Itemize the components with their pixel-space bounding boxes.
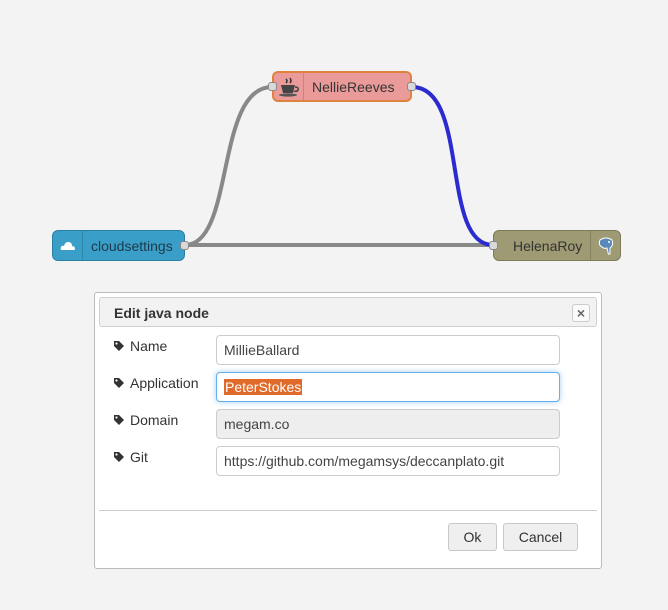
node-nelliereeves[interactable]: NellieReeves [268, 71, 416, 102]
application-input[interactable]: PeterStokes [216, 372, 560, 402]
dialog-titlebar[interactable]: Edit java node × [99, 297, 597, 327]
git-row: Git https://github.com/megamsys/deccanpl… [95, 446, 601, 476]
name-row: Name MillieBallard [95, 335, 601, 365]
tag-icon [114, 378, 124, 388]
application-label: Application [113, 375, 199, 391]
input-port[interactable] [268, 82, 277, 91]
postgresql-elephant-icon [590, 231, 620, 260]
input-port[interactable] [489, 241, 498, 250]
git-input[interactable]: https://github.com/megamsys/deccanplato.… [216, 446, 560, 476]
dialog-title: Edit java node [114, 305, 209, 321]
cloud-icon [53, 231, 83, 260]
dialog-divider [99, 510, 597, 511]
application-row: Application PeterStokes [95, 372, 601, 402]
git-label: Git [113, 449, 148, 465]
wire-nellie-to-helena[interactable] [411, 85, 494, 247]
wire-cloud-to-nellie[interactable] [184, 85, 273, 247]
tag-icon [114, 415, 124, 425]
tag-icon [114, 341, 124, 351]
name-label: Name [113, 338, 167, 354]
cancel-button[interactable]: Cancel [503, 523, 578, 551]
domain-input[interactable]: megam.co [216, 409, 560, 439]
output-port[interactable] [180, 241, 189, 250]
domain-label: Domain [113, 412, 178, 428]
edit-node-dialog: Edit java node × Name MillieBallard Appl… [94, 292, 602, 569]
selected-text: PeterStokes [224, 379, 303, 395]
close-button[interactable]: × [572, 304, 590, 322]
output-port[interactable] [407, 82, 416, 91]
java-cup-icon [274, 73, 304, 100]
node-cloudsettings[interactable]: cloudsettings [52, 230, 189, 261]
node-label: HelenaRoy [513, 237, 583, 254]
tag-icon [114, 452, 124, 462]
ok-button[interactable]: Ok [448, 523, 497, 551]
node-helenaroy[interactable]: HelenaRoy [489, 230, 621, 261]
node-label: cloudsettings [91, 237, 173, 254]
name-input[interactable]: MillieBallard [216, 335, 560, 365]
domain-row: Domain megam.co [95, 409, 601, 439]
node-label: NellieReeves [312, 78, 395, 95]
